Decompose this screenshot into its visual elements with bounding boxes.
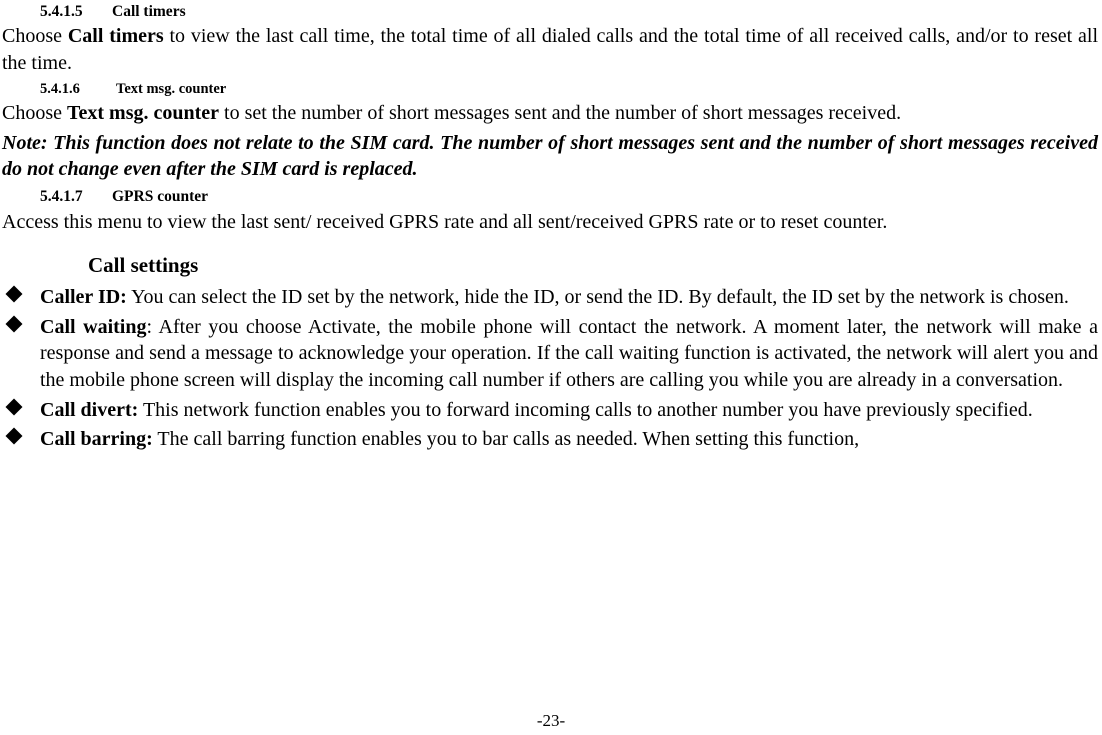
list-item-term: Call divert:	[40, 398, 139, 421]
paragraph-text: to view the last call time, the total ti…	[2, 25, 1099, 74]
list-item: Call barring: The call barring function …	[2, 426, 1098, 453]
heading-title: GPRS counter	[112, 188, 209, 206]
paragraph-lead: Choose	[2, 25, 68, 48]
list-item: Call divert: This network function enabl…	[2, 397, 1098, 424]
note-sim-card: Note: This function does not relate to t…	[2, 131, 1098, 181]
heading-5-4-1-5: 5.4.1.5 Call timers	[40, 2, 1098, 21]
paragraph-text: to set the number of short messages sent…	[219, 102, 902, 125]
list-item-text: After you choose Activate, the mobile ph…	[40, 315, 1099, 391]
list-item: Caller ID: You can select the ID set by …	[2, 284, 1098, 311]
section-title-call-settings: Call settings	[88, 253, 199, 278]
diamond-bullet-icon	[5, 285, 23, 303]
paragraph-bold-term: Text msg. counter	[67, 102, 220, 125]
list-item-separator: :	[146, 315, 159, 338]
heading-number: 5.4.1.7	[40, 188, 83, 206]
paragraph-bold-term: Call timers	[67, 25, 164, 48]
list-item: Call waiting: After you choose Activate,…	[2, 314, 1098, 394]
heading-number: 5.4.1.6	[40, 81, 80, 98]
paragraph-text-msg-counter: Choose Text msg. counter to set the numb…	[2, 100, 1098, 126]
list-item-text: You can select the ID set by the network…	[131, 286, 1069, 309]
list-item-term: Caller ID:	[40, 286, 127, 309]
list-item-term: Call waiting	[40, 315, 147, 338]
diamond-bullet-icon	[5, 315, 23, 333]
document-page: 5.4.1.5 Call timers Choose Call timers to…	[0, 2, 1102, 735]
paragraph-lead: Choose	[2, 102, 67, 125]
list-item-text: This network function enables you to for…	[142, 398, 1033, 421]
call-settings-list: Caller ID: You can select the ID set by …	[2, 284, 1098, 453]
page-number: -23-	[536, 711, 566, 730]
heading-number: 5.4.1.5	[40, 3, 83, 20]
paragraph-call-timers: Choose Call timers to view the last call…	[2, 23, 1098, 76]
page-footer: -23-	[0, 711, 1102, 731]
heading-title: Call timers	[112, 3, 186, 20]
heading-5-4-1-6: 5.4.1.6 Text msg. counter	[40, 80, 1098, 98]
list-item-text: The call barring function enables you to…	[157, 428, 860, 451]
diamond-bullet-icon	[5, 398, 23, 416]
list-item-term: Call barring:	[40, 428, 153, 451]
heading-5-4-1-7: 5.4.1.7 GPRS counter	[40, 187, 1098, 206]
heading-title: Text msg. counter	[116, 81, 227, 98]
diamond-bullet-icon	[5, 427, 23, 445]
paragraph-gprs-counter: Access this menu to view the last sent/ …	[2, 210, 888, 233]
